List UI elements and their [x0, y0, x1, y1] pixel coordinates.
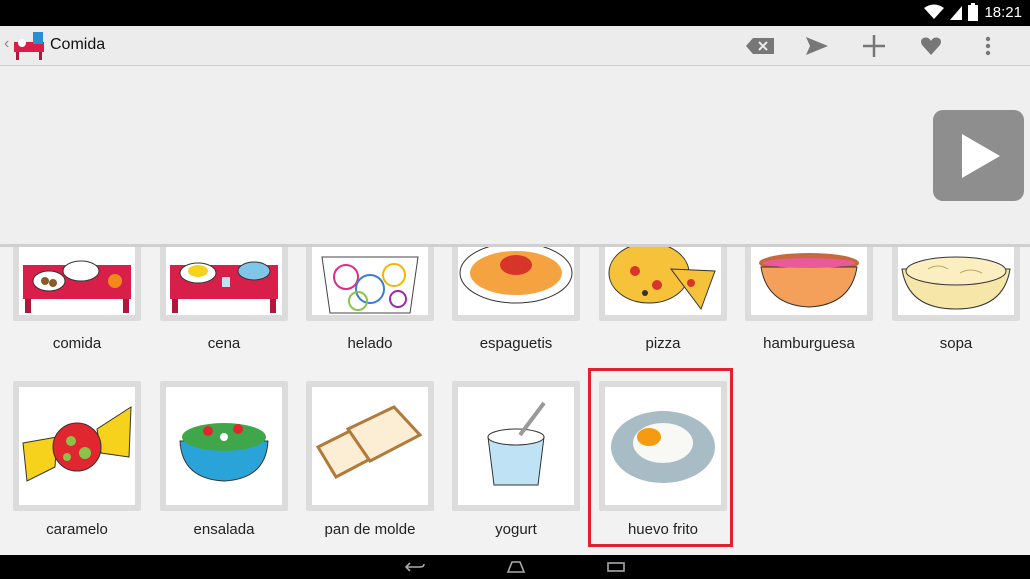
tile-card [745, 247, 873, 321]
hamburger-icon [759, 253, 859, 308]
nav-back-icon[interactable] [404, 561, 426, 573]
nav-home-icon[interactable] [506, 561, 526, 573]
ice-cream-cup-icon [321, 256, 419, 314]
backspace-icon [745, 38, 774, 54]
heart-icon [920, 37, 941, 55]
tile-card [160, 381, 288, 511]
tile-label: pizza [645, 335, 681, 352]
sliced-bread-icon [315, 405, 423, 479]
tile-label: cena [207, 335, 241, 352]
page-title: Comida [50, 36, 106, 53]
sentence-area[interactable] [0, 66, 1030, 244]
status-time: 18:21 [984, 3, 1022, 21]
wifi-icon [924, 4, 945, 19]
tile-card [306, 247, 434, 321]
back-chevron-icon[interactable]: ‹ [4, 35, 9, 53]
status-icons: 18:21 [924, 3, 1022, 21]
toolbar-actions [731, 26, 1016, 66]
tile-label: pan de molde [324, 521, 416, 538]
signal-icon [950, 6, 963, 20]
tile-label: hamburguesa [763, 335, 855, 352]
more-vertical-icon [985, 36, 990, 56]
dinner-table-icon [170, 261, 278, 313]
tile-card [892, 247, 1020, 321]
tile-label: caramelo [46, 521, 108, 538]
tile-card [13, 381, 141, 511]
navigation-bar [0, 555, 1030, 579]
salad-bowl-icon [179, 423, 269, 482]
action-bar: ‹ Comida [0, 26, 1030, 66]
tile-card [452, 381, 580, 511]
delete-button[interactable] [731, 26, 788, 66]
set-table-icon [23, 260, 131, 313]
yogurt-icon [487, 401, 546, 486]
tile-label: ensalada [193, 521, 255, 538]
selection-highlight [588, 368, 733, 547]
tile-label: yogurt [495, 521, 537, 538]
tile-label: espaguetis [479, 335, 553, 352]
candy-icon [22, 406, 132, 482]
send-button[interactable] [788, 26, 845, 66]
spaghetti-icon [459, 247, 573, 304]
plus-icon [862, 35, 885, 57]
pictogram-grid[interactable]: comida cena helado espaguetis pizza hamb… [0, 247, 1030, 555]
favorite-button[interactable] [902, 26, 959, 66]
soup-bowl-icon [901, 256, 1011, 310]
play-button[interactable] [933, 110, 1024, 201]
overflow-menu-button[interactable] [959, 26, 1016, 66]
tile-card [160, 247, 288, 321]
pizza-icon [608, 247, 716, 311]
send-icon [805, 37, 828, 55]
status-bar: 18:21 [0, 0, 1030, 26]
app-icon[interactable] [13, 30, 45, 62]
tile-label: comida [52, 335, 102, 352]
nav-recents-icon[interactable] [606, 561, 626, 573]
battery-icon [968, 3, 979, 21]
tile-label: helado [347, 335, 393, 352]
play-icon [961, 133, 1000, 178]
tile-card [13, 247, 141, 321]
add-button[interactable] [845, 26, 902, 66]
tile-card [452, 247, 580, 321]
tile-card [306, 381, 434, 511]
tile-card [599, 247, 727, 321]
tile-label: sopa [939, 335, 973, 352]
